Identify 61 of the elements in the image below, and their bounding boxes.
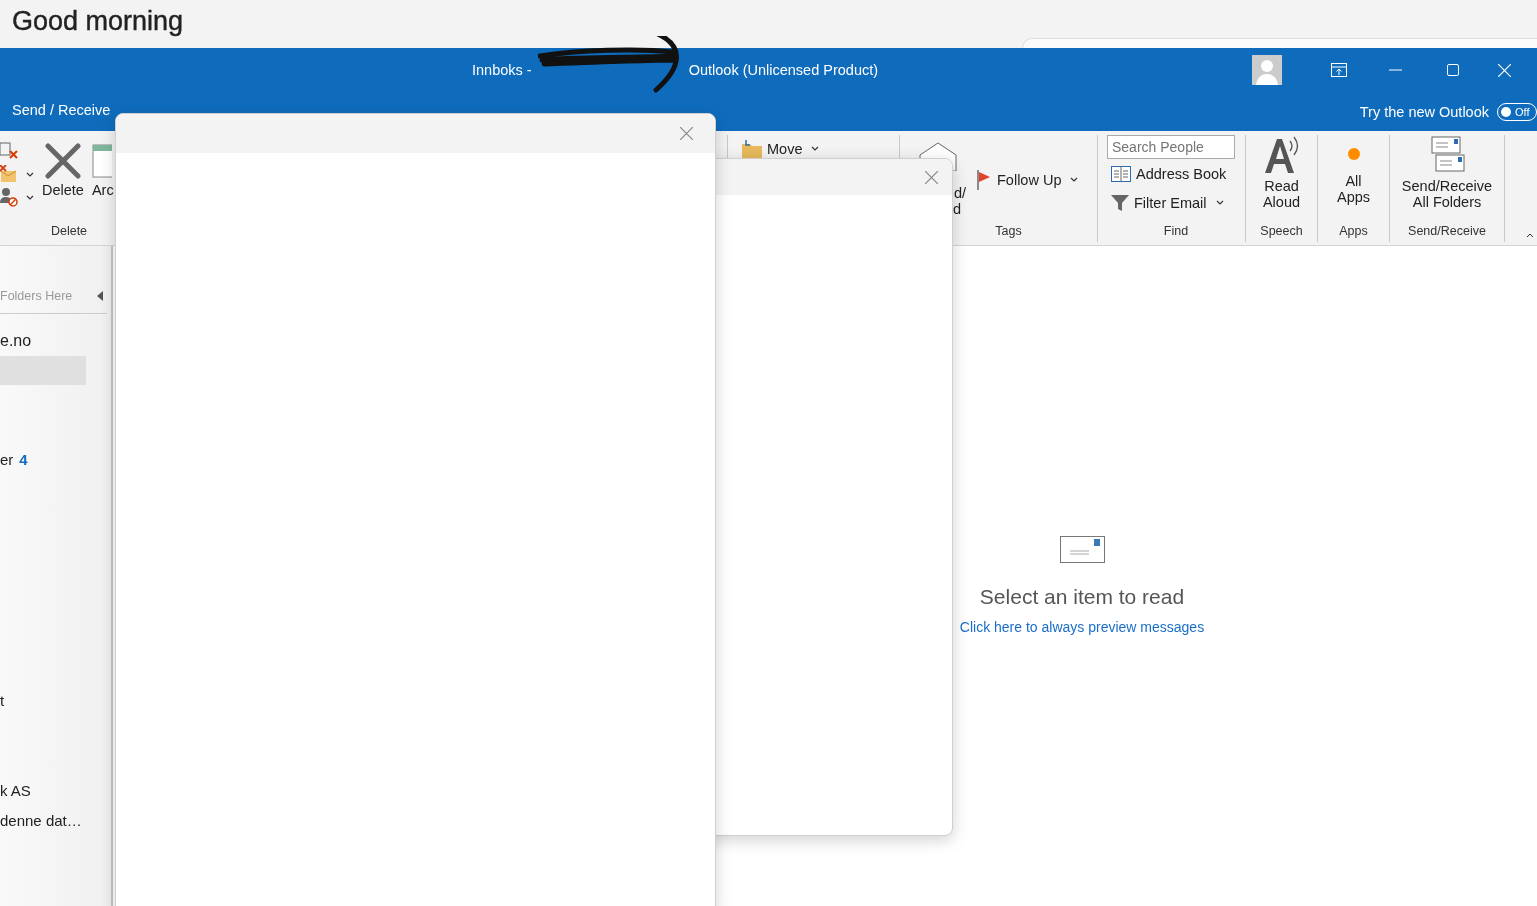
folder-item[interactable]: k AS: [0, 776, 86, 805]
block-sender-icon[interactable]: [0, 187, 18, 207]
flag-icon: [976, 169, 992, 190]
search-people-field[interactable]: Search People: [1107, 135, 1235, 159]
collapse-ribbon-icon[interactable]: [1527, 233, 1533, 237]
folder-item[interactable]: t: [0, 686, 86, 715]
filter-email-button[interactable]: Filter Email: [1111, 188, 1245, 217]
folder-icon: [742, 139, 762, 158]
preview-messages-link[interactable]: Click here to always preview messages: [959, 619, 1205, 635]
folder-item[interactable]: denne dat…: [0, 806, 86, 835]
folder-name: er: [0, 451, 14, 468]
send-receive-button[interactable]: Send/Receive All Folders: [1398, 135, 1496, 224]
folder-pane-hint: Folders Here: [0, 288, 73, 303]
account-name: e.no: [0, 332, 32, 350]
address-book-button[interactable]: Address Book: [1111, 159, 1245, 188]
group-label: Find: [1162, 224, 1190, 240]
move-button[interactable]: Move: [742, 135, 820, 162]
empty-state-message: Select an item to read: [979, 585, 1185, 609]
folder-name: t: [0, 692, 5, 709]
delete-button[interactable]: Delete: [42, 135, 84, 224]
archive-button[interactable]: Arc: [91, 135, 114, 224]
group-label: Apps: [1338, 224, 1369, 240]
read-aloud-icon: [1262, 135, 1301, 175]
cleanup-icon[interactable]: [0, 165, 18, 183]
filter-icon: [1111, 193, 1129, 212]
all-apps-button[interactable]: All Apps: [1331, 135, 1376, 224]
window-title: Outlook (Unlicensed Product): [688, 62, 879, 78]
address-book-icon: [1111, 165, 1131, 182]
maximize-icon[interactable]: [1446, 64, 1459, 76]
group-label: Delete: [49, 224, 89, 240]
collapse-pane-icon[interactable]: [97, 290, 103, 301]
group-label: Send/Receive: [1407, 224, 1487, 240]
dot-icon: [1346, 147, 1361, 161]
folder-item[interactable]: er 4: [0, 445, 86, 474]
window-title: Innboks -: [472, 62, 532, 78]
ribbon-display-icon[interactable]: [1330, 63, 1347, 77]
close-icon[interactable]: [925, 170, 938, 184]
ignore-icon[interactable]: [0, 141, 20, 161]
folder-name: k AS: [0, 782, 31, 799]
caret-icon: [26, 194, 34, 200]
archive-icon: [91, 143, 112, 179]
caret-icon: [1215, 200, 1224, 205]
group-label: Tags: [994, 224, 1023, 240]
greeting: Good morning: [11, 5, 185, 38]
button-label-fragment: d: [953, 201, 962, 217]
account-item[interactable]: e.no: [0, 326, 86, 356]
envelope-icon: [1059, 536, 1105, 563]
delete-icon: [44, 143, 81, 179]
ribbon-tab[interactable]: Send / Receive: [12, 92, 111, 131]
button-label-fragment: d/: [953, 185, 966, 201]
caret-icon: [1070, 177, 1079, 182]
read-aloud-button[interactable]: Read Aloud: [1251, 135, 1312, 224]
try-new-outlook-label: Try the new Outlook: [1359, 103, 1489, 120]
envelopes-icon: [1428, 135, 1466, 175]
group-label: Speech: [1259, 224, 1304, 240]
close-icon[interactable]: [680, 127, 693, 140]
caret-icon: [26, 171, 34, 177]
caret-icon: [811, 146, 820, 151]
folder-name: denne dat…: [0, 812, 82, 829]
unread-count: 4: [19, 451, 28, 468]
follow-up-button[interactable]: Follow Up: [976, 166, 1079, 193]
